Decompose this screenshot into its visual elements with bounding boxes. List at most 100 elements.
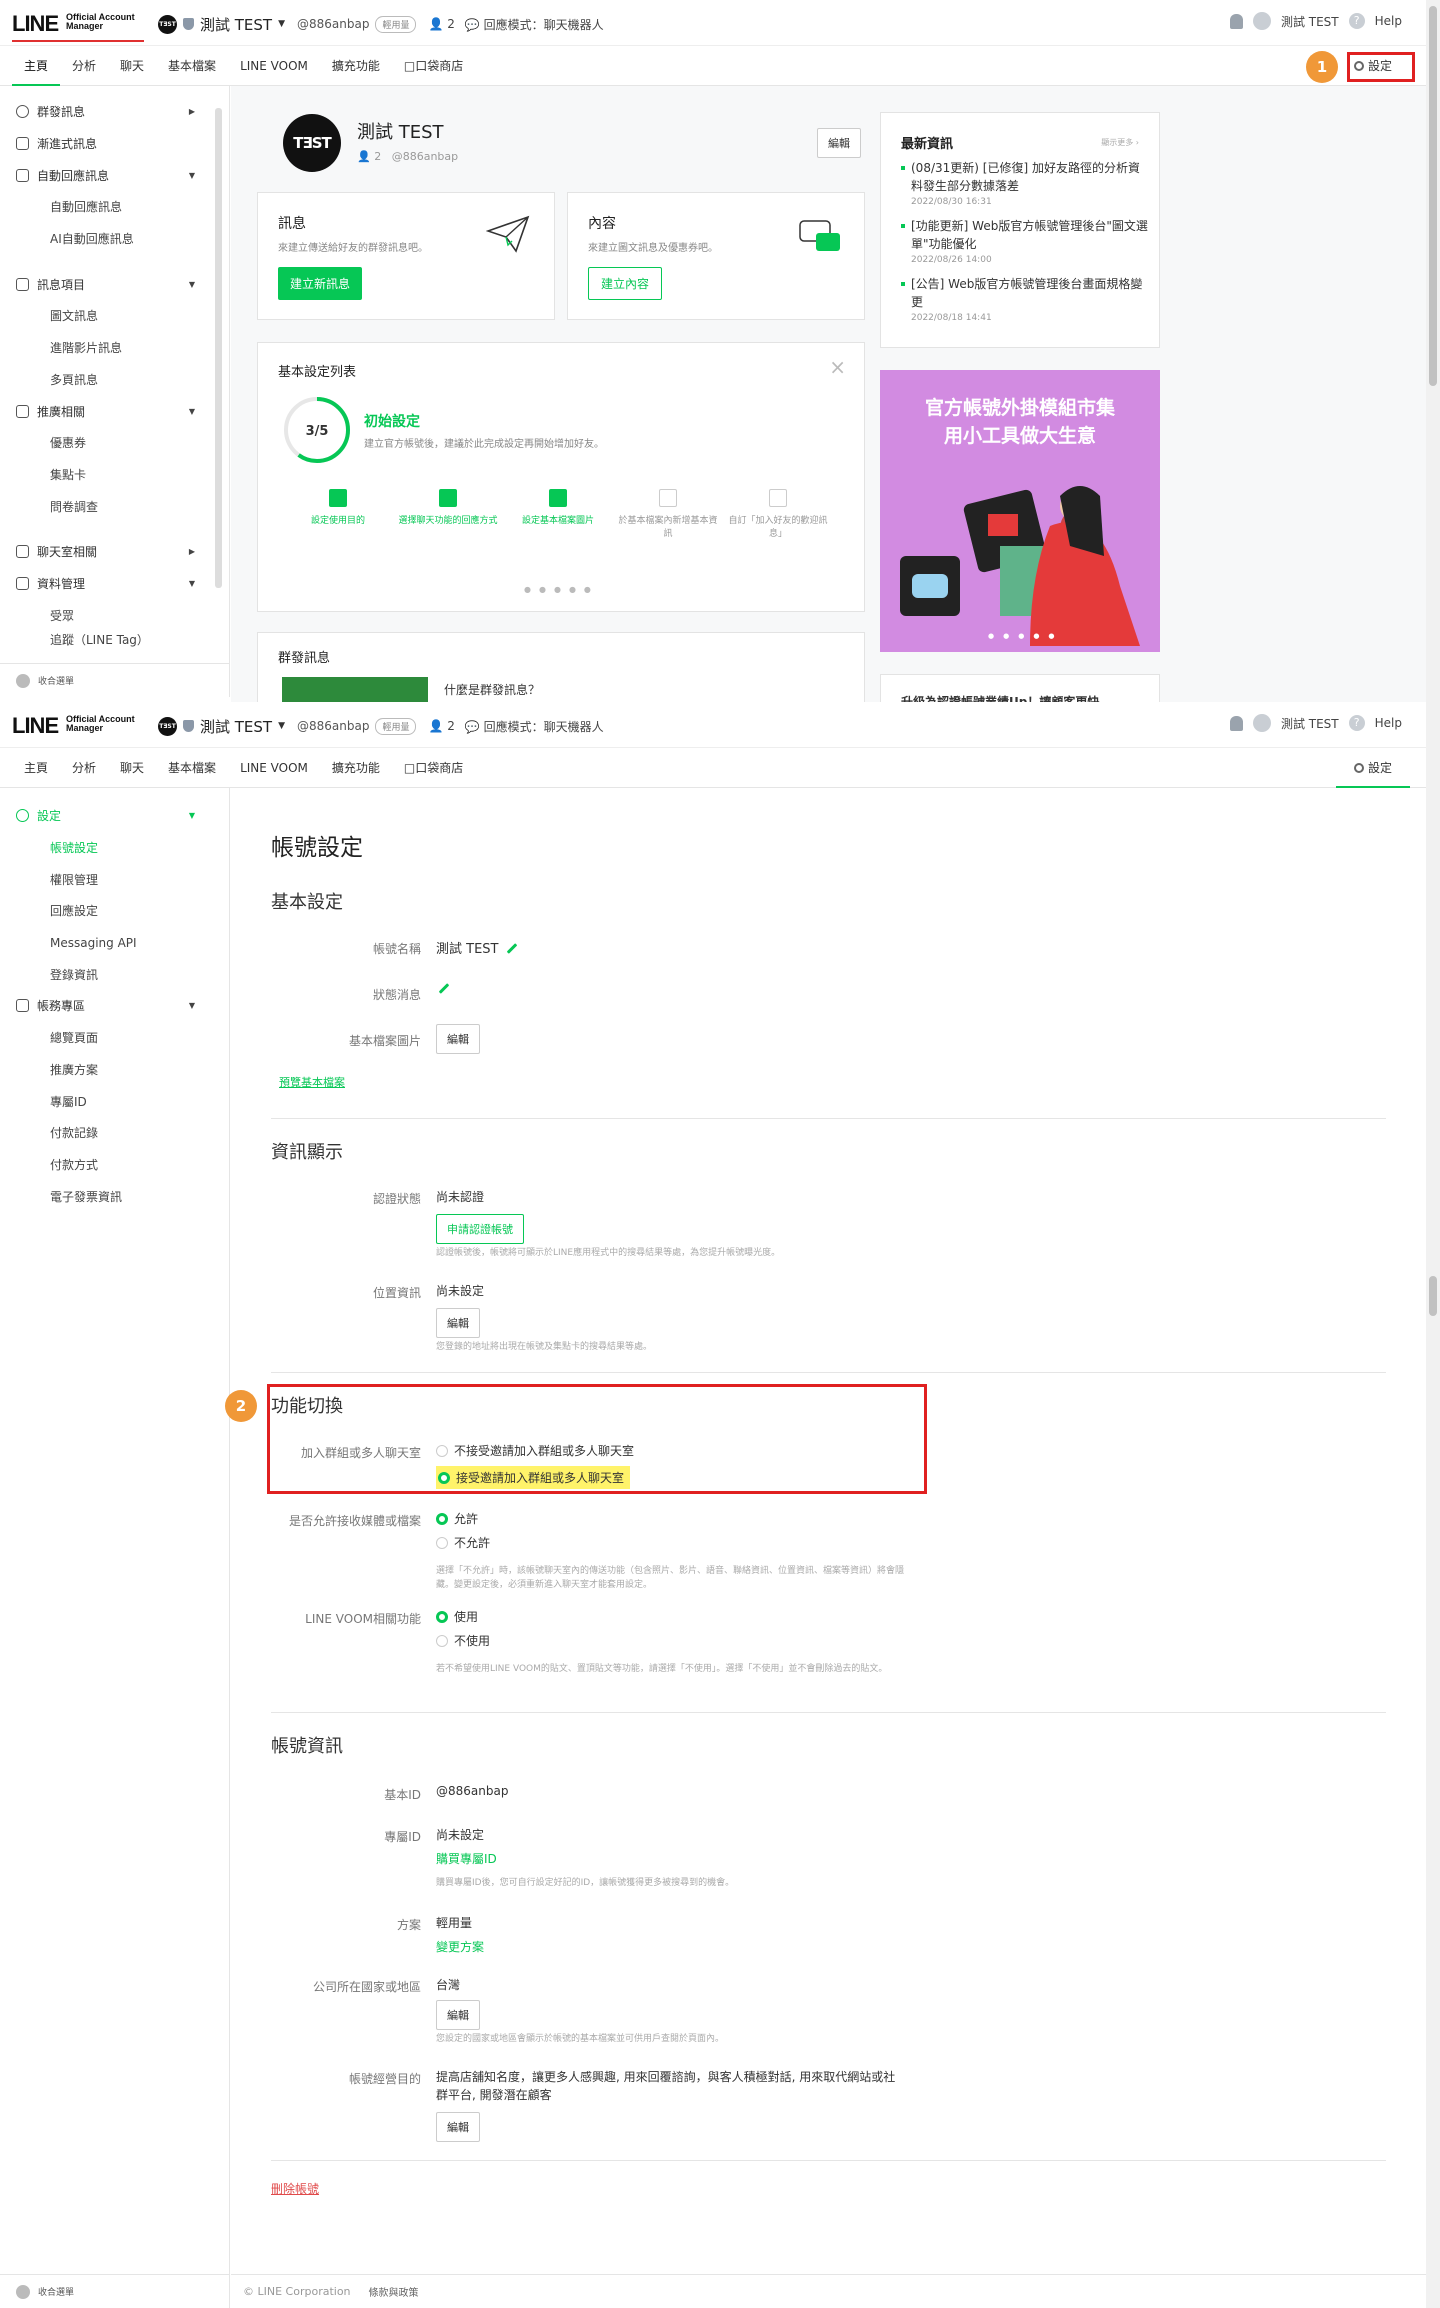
sidebar-item-premium-id[interactable]: 專屬ID xyxy=(0,1085,229,1117)
promo-banner[interactable]: 官方帳號外掛模組市集 用小工具做大生意 ●●●●● xyxy=(880,370,1160,652)
tab-home[interactable]: 主頁 xyxy=(12,46,61,86)
sidebar-item-coupons[interactable]: 優惠券 xyxy=(0,427,229,459)
tab-line-voom[interactable]: LINE VOOM xyxy=(228,46,320,86)
sidebar-item-audiences[interactable]: 受眾 xyxy=(0,599,229,631)
sidebar-item-step-messages[interactable]: 漸進式訊息 xyxy=(0,128,229,160)
logo-subtext: Official Account Manager xyxy=(66,714,135,733)
sidebar-item-broadcast[interactable]: 群發訊息 ▶ xyxy=(0,96,229,128)
news-item[interactable]: (08/31更新) [已修復] 加好友路徑的分析資料發生部分數據落差 2022/0… xyxy=(901,159,1151,209)
user-avatar-icon[interactable] xyxy=(1252,714,1271,732)
tab-extensions[interactable]: 擴充功能 xyxy=(320,748,392,788)
response-mode[interactable]: 💬 回應模式：聊天機器人 xyxy=(465,718,604,735)
user-name[interactable]: 測試 TEST xyxy=(1281,13,1339,30)
media-allow-radio[interactable]: 允許 xyxy=(436,1510,478,1527)
main-nav: 主頁 分析 聊天 基本檔案 LINE VOOM 擴充功能 □口袋商店 設定 xyxy=(0,748,1426,788)
setup-step-basic-info[interactable]: 於基本檔案內新增基本資訊 xyxy=(618,489,718,541)
upgrade-card[interactable]: 升級為認證帳號業績Up！讓顧客更快 xyxy=(880,674,1160,702)
broadcast-card-question[interactable]: 什麼是群發訊息？ xyxy=(444,681,540,698)
profile-image-edit-button[interactable]: 編輯 xyxy=(436,1024,480,1054)
buy-premium-id-link[interactable]: 購買專屬ID xyxy=(436,1850,497,1867)
news-item[interactable]: [公告] Web版官方帳號管理後台畫面規格變更 2022/08/18 14:41 xyxy=(901,275,1151,325)
sidebar-item-auto-reply-messages[interactable]: 自動回應訊息 xyxy=(0,191,229,223)
sidebar-item-payment-methods[interactable]: 付款方式 xyxy=(0,1149,229,1181)
apply-verification-button[interactable]: 申請認證帳號 xyxy=(436,1214,524,1244)
sidebar-item-chat-room[interactable]: 聊天室相關 ▶ xyxy=(0,536,229,568)
sidebar-item-data[interactable]: 資料管理 ▼ xyxy=(0,568,229,600)
sidebar-item-promotion[interactable]: 推廣相關 ▼ xyxy=(0,395,229,427)
help-link[interactable]: Help xyxy=(1375,14,1402,28)
tab-home[interactable]: 主頁 xyxy=(12,748,60,788)
tab-profile[interactable]: 基本檔案 xyxy=(156,748,228,788)
sidebar-scrollbar[interactable] xyxy=(215,108,222,588)
news-item[interactable]: [功能更新] Web版官方帳號管理後台"圖文選單"功能優化 2022/08/26 … xyxy=(901,217,1151,267)
help-icon[interactable]: ? xyxy=(1348,715,1365,731)
tab-chat[interactable]: 聊天 xyxy=(108,748,156,788)
pencil-icon[interactable] xyxy=(438,983,450,994)
banner-dots[interactable]: ●●●●● xyxy=(988,632,1064,640)
sidebar-item-rich-messages[interactable]: 圖文訊息 xyxy=(0,300,229,332)
setup-step-profile-image[interactable]: 設定基本檔案圖片 xyxy=(508,489,608,528)
terms-link[interactable]: 條款與政策 xyxy=(369,2284,419,2299)
account-switcher[interactable]: TƎST 測試 TEST ▼ @886anbap 輕用量 👤 2 💬 回應模式：… xyxy=(158,716,604,736)
carousel-dots[interactable]: ●●●●● xyxy=(524,585,599,594)
help-icon[interactable]: ? xyxy=(1348,13,1365,29)
setup-step-purpose[interactable]: 設定使用目的 xyxy=(288,489,388,528)
delete-account-link[interactable]: 刪除帳號 xyxy=(271,2180,319,2197)
page-scrollbar[interactable] xyxy=(1426,702,1440,2308)
tab-chat[interactable]: 聊天 xyxy=(108,46,156,86)
sidebar-item-account-settings[interactable]: 帳號設定 xyxy=(0,832,229,864)
bell-icon[interactable] xyxy=(1229,715,1243,731)
sidebar-item-permissions[interactable]: 權限管理 xyxy=(0,863,229,895)
sidebar-item-reward-cards[interactable]: 集點卡 xyxy=(0,459,229,491)
preview-profile-link[interactable]: 預覽基本檔案 xyxy=(279,1074,345,1090)
tab-profile[interactable]: 基本檔案 xyxy=(156,46,228,86)
user-avatar-icon[interactable] xyxy=(1252,12,1271,30)
divider xyxy=(271,1372,1386,1373)
location-edit-button[interactable]: 編輯 xyxy=(436,1308,480,1338)
tab-analytics[interactable]: 分析 xyxy=(60,748,108,788)
purpose-edit-button[interactable]: 編輯 xyxy=(436,2112,480,2142)
create-message-button[interactable]: 建立新訊息 xyxy=(278,267,363,300)
pencil-icon[interactable] xyxy=(507,943,518,954)
sidebar-item-surveys[interactable]: 問卷調查 xyxy=(0,490,229,522)
sidebar-item-auto-reply[interactable]: 自動回應訊息 ▼ xyxy=(0,159,229,191)
tab-pocket-shop[interactable]: □口袋商店 xyxy=(392,748,475,788)
line-oa-logo[interactable]: LINE Official Account Manager xyxy=(12,712,144,740)
sidebar-item-line-tag[interactable]: 追蹤（LINE Tag） xyxy=(0,631,229,649)
bell-icon[interactable] xyxy=(1229,13,1243,29)
collapse-menu[interactable]: 收合選單 xyxy=(0,2274,230,2308)
sidebar-item-card-messages[interactable]: 多頁訊息 xyxy=(0,364,229,396)
tab-settings[interactable]: 設定 xyxy=(1335,748,1411,788)
collapse-menu[interactable]: 收合選單 xyxy=(0,663,230,697)
help-link[interactable]: Help xyxy=(1375,716,1402,730)
profile-avatar[interactable]: TƎST xyxy=(283,114,341,172)
sidebar-item-payment-history[interactable]: 付款記錄 xyxy=(0,1117,229,1149)
sidebar-item-settings[interactable]: 設定 ▼ xyxy=(0,800,229,832)
line-oa-logo[interactable]: LINE Official Account Manager xyxy=(12,10,144,42)
voom-use-radio[interactable]: 使用 xyxy=(436,1608,478,1625)
news-more-link[interactable]: 顯示更多 › xyxy=(1101,137,1139,148)
change-plan-link[interactable]: 變更方案 xyxy=(436,1938,484,1955)
close-icon[interactable]: × xyxy=(829,355,846,379)
tab-extensions[interactable]: 擴充功能 xyxy=(320,46,392,86)
sidebar-item-video-messages[interactable]: 進階影片訊息 xyxy=(0,332,229,364)
user-name[interactable]: 測試 TEST xyxy=(1281,715,1339,732)
sidebar-item-response-settings[interactable]: 回應設定 xyxy=(0,895,229,927)
page-scrollbar[interactable] xyxy=(1426,0,1440,702)
sidebar-item-message-items[interactable]: 訊息項目 ▼ xyxy=(0,268,229,300)
sidebar-item-ai-reply[interactable]: AI自動回應訊息 xyxy=(0,223,229,255)
country-edit-button[interactable]: 編輯 xyxy=(436,2000,480,2030)
create-content-button[interactable]: 建立內容 xyxy=(588,267,663,300)
voom-disable-radio[interactable]: 不使用 xyxy=(436,1632,490,1649)
setup-step-greeting[interactable]: 自訂「加入好友的歡迎訊息」 xyxy=(728,489,828,541)
tab-pocket-shop[interactable]: □口袋商店 xyxy=(392,46,475,86)
setup-step-reply-mode[interactable]: 選擇聊天功能的回應方式 xyxy=(398,489,498,528)
tab-line-voom[interactable]: LINE VOOM xyxy=(228,748,320,788)
profile-edit-button[interactable]: 編輯 xyxy=(817,128,861,158)
sidebar-item-plans[interactable]: 推廣方案 xyxy=(0,1054,229,1086)
tab-analytics[interactable]: 分析 xyxy=(60,46,108,86)
status-message-edit[interactable] xyxy=(436,982,450,997)
account-switcher[interactable]: TƎST 測試 TEST ▼ @886anbap 輕用量 👤 2 💬 回應模式：… xyxy=(158,14,604,34)
media-deny-radio[interactable]: 不允許 xyxy=(436,1534,490,1551)
response-mode[interactable]: 💬 回應模式：聊天機器人 xyxy=(465,16,604,33)
